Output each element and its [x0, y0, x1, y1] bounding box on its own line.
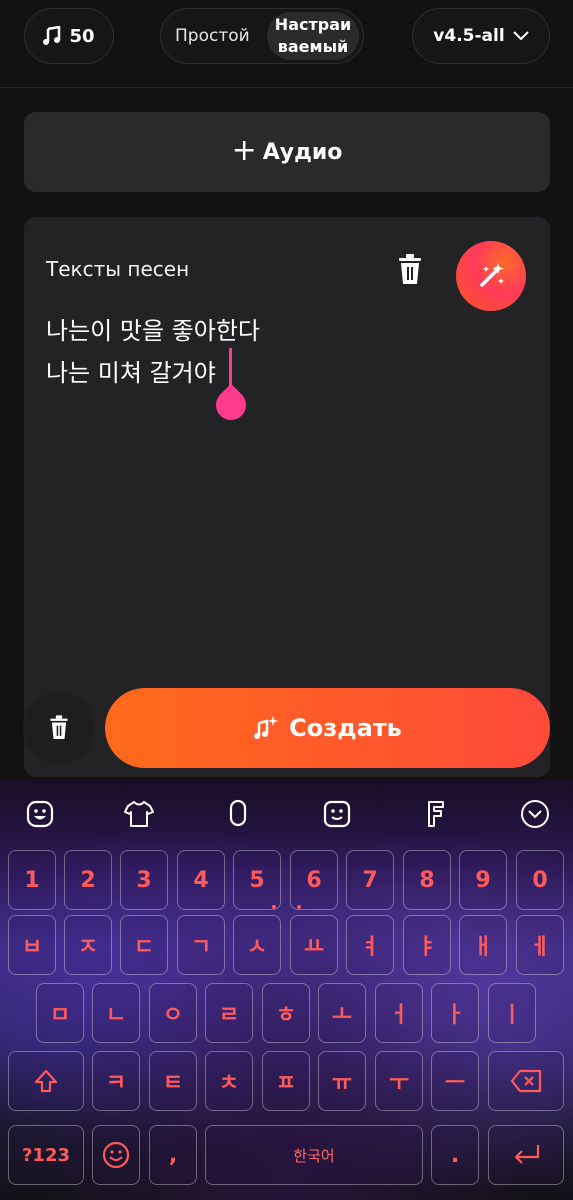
key-letter[interactable]: ㅎ — [262, 983, 310, 1043]
emoji-key[interactable] — [92, 1125, 140, 1185]
key-letter[interactable]: ㄷ — [120, 915, 168, 975]
key-letter[interactable]: ㅔ — [516, 915, 564, 975]
key-letter[interactable]: ㅕ — [346, 915, 394, 975]
key-letter[interactable]: ㅛ — [290, 915, 338, 975]
enter-icon — [514, 1145, 540, 1164]
key-letter[interactable]: ㅅ — [233, 915, 281, 975]
credits-badge[interactable]: 50 — [24, 8, 114, 64]
symbols-key[interactable]: ?123 — [8, 1125, 84, 1185]
mode-simple-tab[interactable]: Простой — [165, 26, 250, 46]
key-letter[interactable]: ㅓ — [375, 983, 423, 1043]
key-letter[interactable]: ㄹ — [205, 983, 253, 1043]
lyrics-title: Тексты песен — [46, 257, 190, 281]
mode-custom-tab[interactable]: Настраи ваемый — [267, 12, 359, 60]
font-icon[interactable] — [420, 798, 452, 830]
key-letter[interactable]: ㅠ — [318, 1051, 366, 1111]
key-letter[interactable]: ㅡ — [431, 1051, 479, 1111]
indicator-dot — [297, 905, 301, 909]
key-letter[interactable]: ㄴ — [92, 983, 140, 1043]
header-divider — [0, 87, 573, 88]
key-letter[interactable]: ㅜ — [375, 1051, 423, 1111]
key-3[interactable]: 3 — [120, 850, 168, 910]
music-sparkle-icon — [254, 716, 279, 739]
collapse-icon[interactable] — [519, 798, 551, 830]
magic-wand-button[interactable] — [456, 241, 526, 311]
model-selector[interactable]: v4.5-all — [412, 8, 550, 64]
backspace-key[interactable] — [488, 1051, 564, 1111]
period-key[interactable]: . — [431, 1125, 479, 1185]
key-6[interactable]: 6 — [290, 850, 338, 910]
comma-key[interactable]: , — [149, 1125, 197, 1185]
credits-count: 50 — [69, 25, 95, 47]
keyboard: 1 2 3 4 5 6 7 8 9 0 ㅂ ㅈ ㄷ ㄱ ㅅ ㅛ ㅕ ㅑ ㅐ ㅔ … — [0, 780, 573, 1200]
key-8[interactable]: 8 — [403, 850, 451, 910]
key-0[interactable]: 0 — [516, 850, 564, 910]
key-letter[interactable]: ㅣ — [488, 983, 536, 1043]
key-9[interactable]: 9 — [459, 850, 507, 910]
trash-icon[interactable] — [396, 254, 424, 286]
key-1[interactable]: 1 — [8, 850, 56, 910]
key-letter[interactable]: ㅂ — [8, 915, 56, 975]
sticker-icon[interactable] — [24, 798, 56, 830]
smiley-icon — [102, 1141, 130, 1169]
emoji-icon[interactable] — [321, 798, 353, 830]
plus-icon: + — [231, 132, 257, 168]
key-letter[interactable]: ㅏ — [431, 983, 479, 1043]
lyrics-line: 나는이 맛을 좋아한다 — [46, 317, 260, 345]
mode-custom-line2: ваемый — [277, 37, 349, 56]
add-audio-label: Аудио — [262, 139, 343, 165]
mode-custom-line1: Настраи — [274, 15, 352, 34]
indicator-dot — [272, 905, 276, 909]
key-letter[interactable]: ㅌ — [149, 1051, 197, 1111]
enter-key[interactable] — [488, 1125, 564, 1185]
shirt-icon[interactable] — [123, 798, 155, 830]
key-letter[interactable]: ㅇ — [149, 983, 197, 1043]
key-4[interactable]: 4 — [177, 850, 225, 910]
trash-icon — [50, 715, 68, 739]
key-2[interactable]: 2 — [64, 850, 112, 910]
key-letter[interactable]: ㅑ — [403, 915, 451, 975]
key-letter[interactable]: ㅈ — [64, 915, 112, 975]
backspace-icon — [510, 1069, 542, 1093]
model-label: v4.5-all — [433, 26, 505, 46]
key-letter[interactable]: ㅊ — [205, 1051, 253, 1111]
create-label: Создать — [289, 714, 402, 742]
chevron-down-icon — [512, 31, 529, 41]
key-5[interactable]: 5 — [233, 850, 281, 910]
clear-button[interactable] — [23, 692, 95, 764]
shift-icon — [34, 1069, 58, 1093]
add-audio-button[interactable]: + Аудио — [24, 112, 550, 192]
keyboard-toolbar — [0, 780, 573, 848]
mic-icon[interactable] — [222, 798, 254, 830]
key-letter[interactable]: ㅗ — [318, 983, 366, 1043]
music-note-icon — [43, 26, 61, 45]
shift-key[interactable] — [8, 1051, 84, 1111]
key-letter[interactable]: ㅐ — [459, 915, 507, 975]
mode-toggle: Простой Настраи ваемый — [160, 8, 364, 64]
space-key[interactable]: 한국어 — [205, 1125, 423, 1185]
key-letter[interactable]: ㅍ — [262, 1051, 310, 1111]
key-letter[interactable]: ㅋ — [92, 1051, 140, 1111]
key-letter[interactable]: ㅁ — [36, 983, 84, 1043]
key-7[interactable]: 7 — [346, 850, 394, 910]
magic-wand-icon — [480, 263, 504, 287]
create-button[interactable]: Создать — [105, 688, 550, 768]
key-letter[interactable]: ㄱ — [177, 915, 225, 975]
lyrics-textarea[interactable]: 나는이 맛을 좋아한다 나는 미쳐 갈거야 — [46, 310, 260, 394]
